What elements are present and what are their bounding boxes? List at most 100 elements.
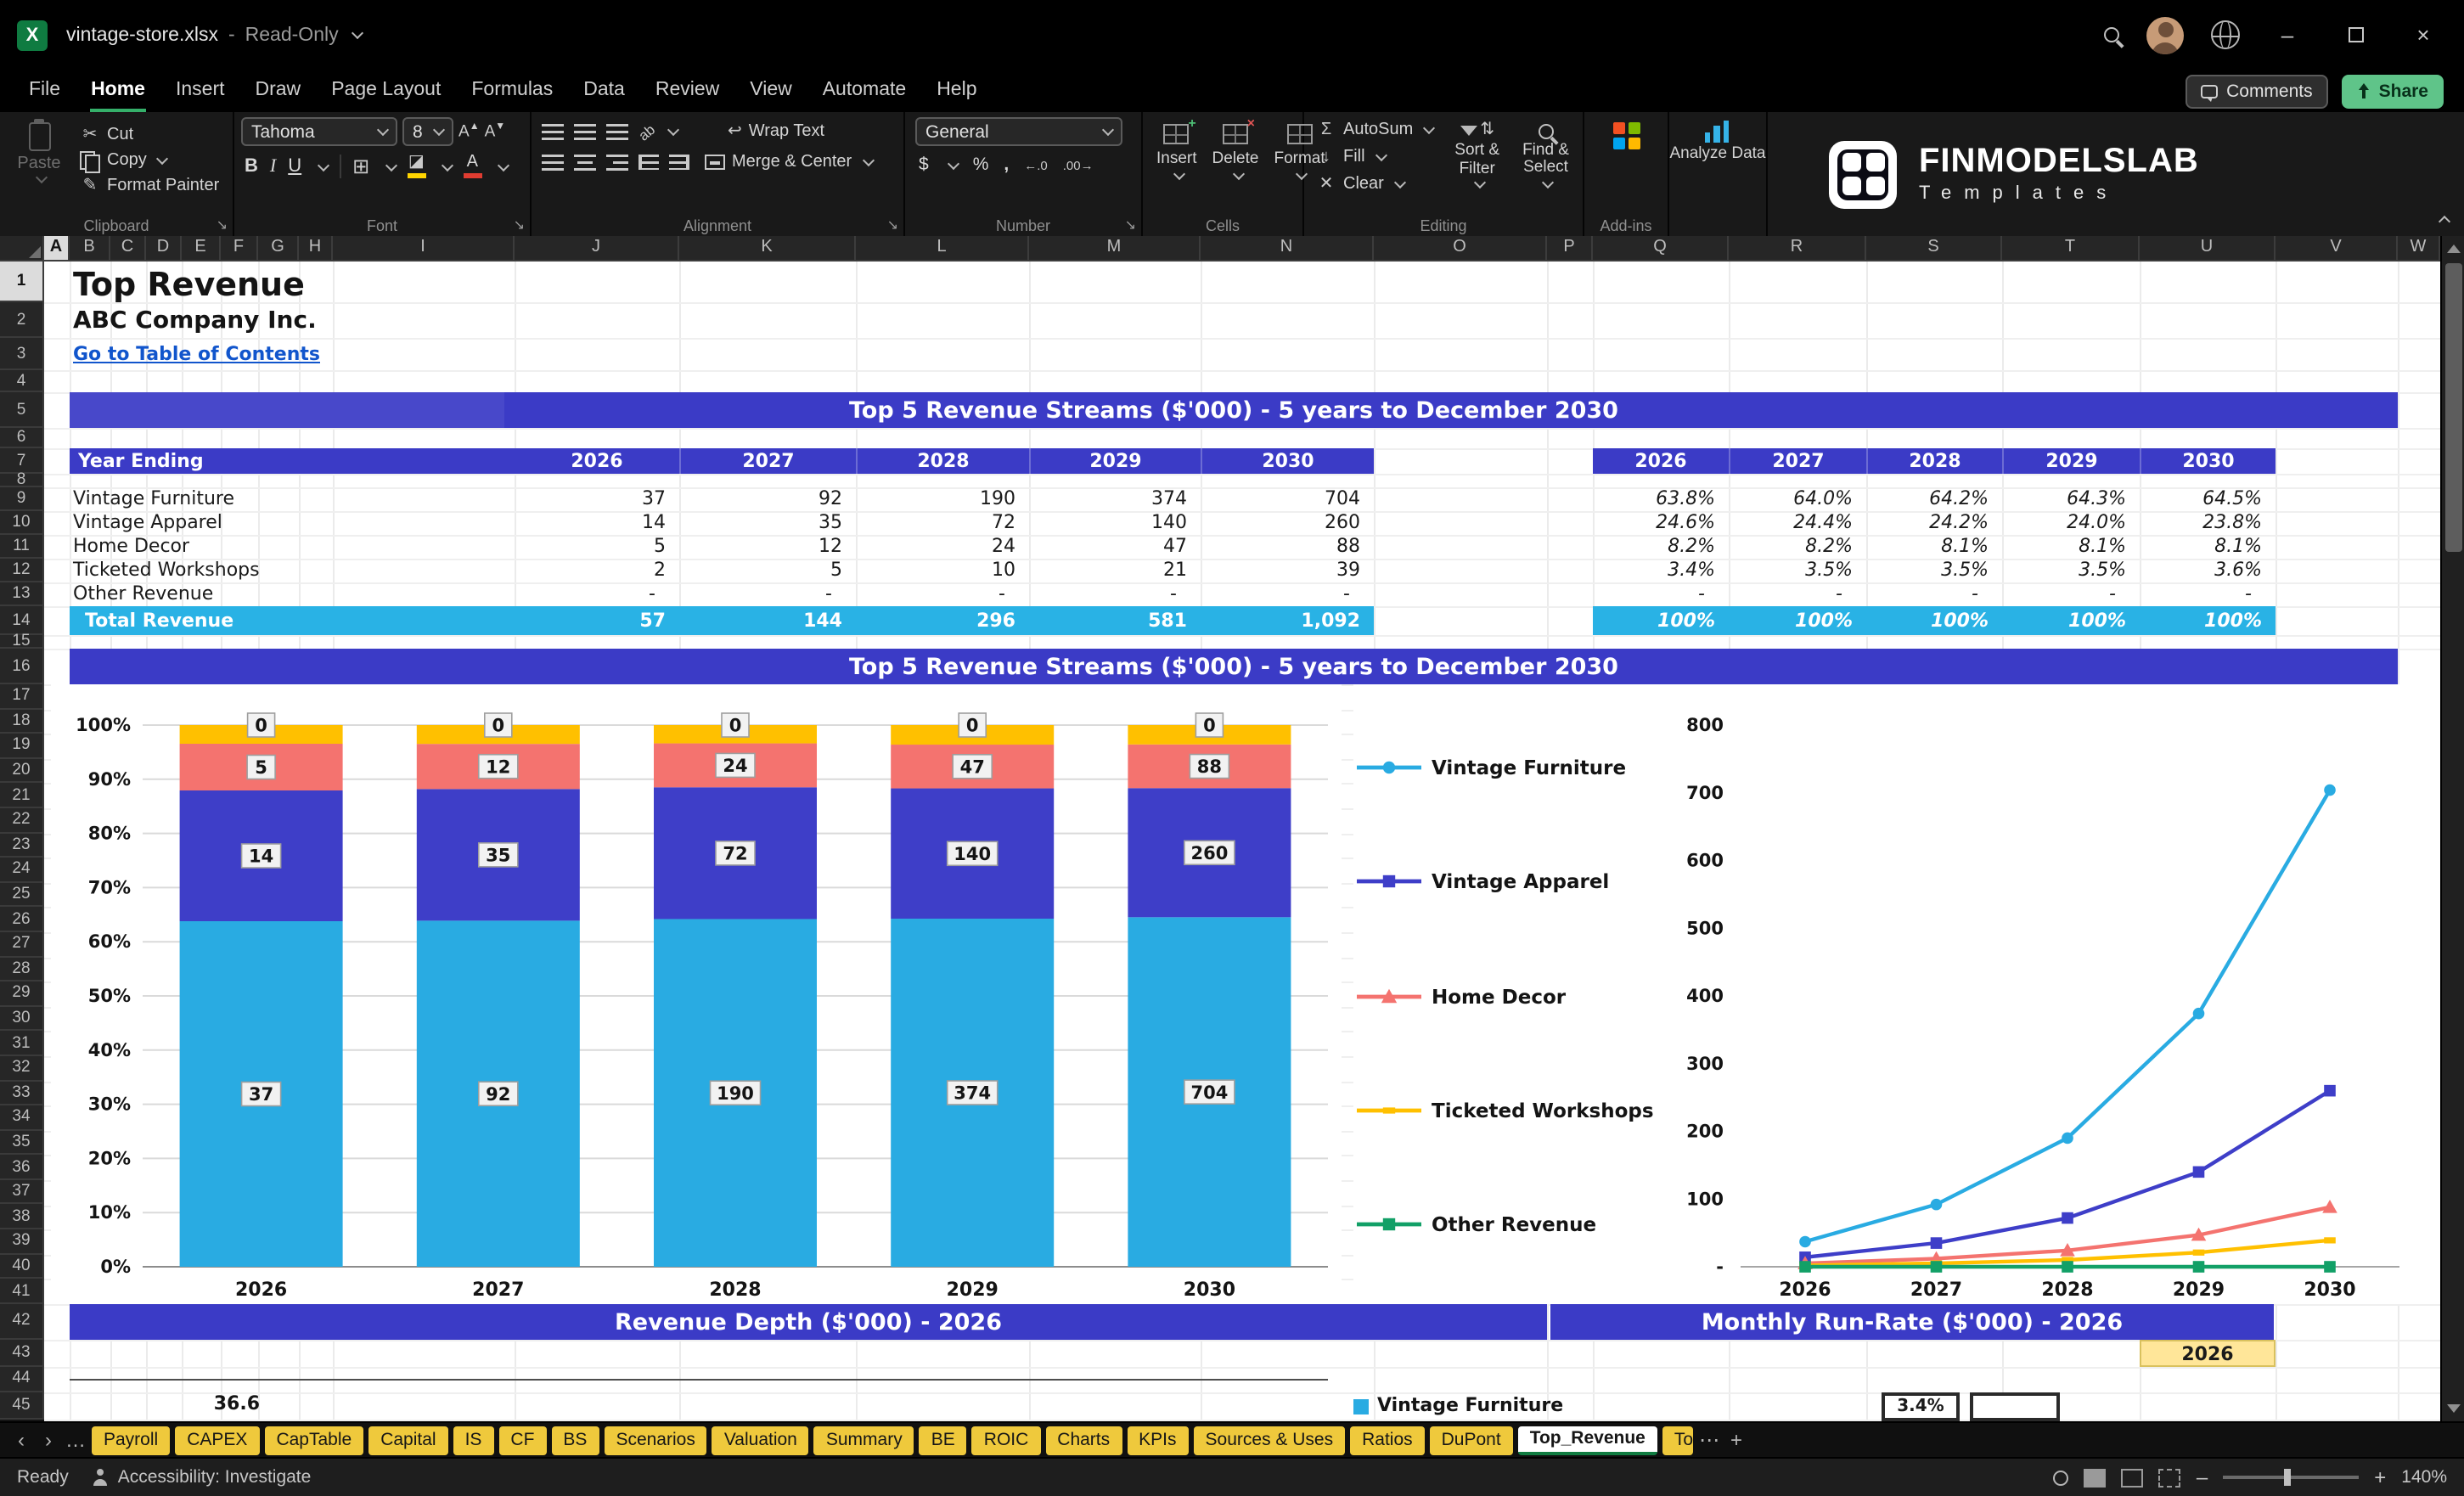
row-header-27[interactable]: 27 <box>0 931 44 958</box>
banner-top-revenue-streams[interactable]: Top 5 Revenue Streams ($'000) - 5 years … <box>70 392 2398 428</box>
cell-value[interactable]: 12 <box>747 535 849 559</box>
company-name[interactable]: ABC Company Inc. <box>73 307 317 335</box>
menu-review[interactable]: Review <box>640 70 734 112</box>
row-header-36[interactable]: 36 <box>0 1155 44 1180</box>
increase-font-button[interactable]: A▲ <box>458 122 480 141</box>
menu-page-layout[interactable]: Page Layout <box>316 70 456 112</box>
row-header-23[interactable]: 23 <box>0 833 44 858</box>
cell-pct[interactable]: 3.6% <box>2167 559 2269 582</box>
row-header-9[interactable]: 9 <box>0 487 44 511</box>
align-middle-button[interactable] <box>574 123 596 140</box>
clear-button[interactable]: Clear <box>1311 173 1438 195</box>
row-header-31[interactable]: 31 <box>0 1031 44 1056</box>
align-left-button[interactable] <box>542 154 564 171</box>
next-sheet-button[interactable]: › <box>37 1425 59 1455</box>
sheet-tab-sources-uses[interactable]: Sources & Uses <box>1193 1426 1346 1454</box>
cell-pct[interactable]: - <box>1620 582 1722 606</box>
sheet-tab-capital[interactable]: Capital <box>368 1426 448 1454</box>
column-header-V[interactable]: V <box>2276 236 2398 262</box>
decrease-indent-button[interactable] <box>639 155 659 170</box>
legend-item-home-decor[interactable]: Home Decor <box>1357 984 1656 1008</box>
format-painter-button[interactable]: Format Painter <box>75 175 224 197</box>
row-header-12[interactable]: 12 <box>0 559 44 582</box>
row-header-14[interactable]: 14 <box>0 606 44 635</box>
cell-pct[interactable]: 23.8% <box>2167 511 2269 535</box>
banner-monthly-runrate[interactable]: Monthly Run-Rate ($'000) - 2026 <box>1550 1304 2274 1340</box>
menu-formulas[interactable]: Formulas <box>456 70 568 112</box>
sheet-title[interactable]: Top Revenue <box>73 267 305 304</box>
cell-pct[interactable]: 8.2% <box>1758 535 1859 559</box>
menu-draw[interactable]: Draw <box>240 70 317 112</box>
menu-help[interactable]: Help <box>921 70 992 112</box>
comma-format-button[interactable]: , <box>1004 155 1009 175</box>
comments-button[interactable]: Comments <box>2186 74 2328 108</box>
minimize-button[interactable]: – <box>2267 20 2308 50</box>
sheet-tab-kpis[interactable]: KPIs <box>1127 1426 1189 1454</box>
cell-pct[interactable]: 3.5% <box>1758 559 1859 582</box>
column-header-Q[interactable]: Q <box>1593 236 1729 262</box>
year-header-2028[interactable]: 2028 <box>856 448 1029 474</box>
column-header-P[interactable]: P <box>1547 236 1593 262</box>
select-all-corner[interactable] <box>0 236 44 262</box>
column-header-I[interactable]: I <box>333 236 515 262</box>
row-header-10[interactable]: 10 <box>0 511 44 535</box>
increase-indent-button[interactable] <box>669 155 689 170</box>
cell-value[interactable]: 5 <box>571 535 672 559</box>
font-size-select[interactable]: 8 <box>402 117 453 146</box>
column-header-M[interactable]: M <box>1029 236 1201 262</box>
tab-overflow-button[interactable]: ⋯ <box>1698 1425 1720 1455</box>
legend-item-ticketed-workshops[interactable]: Ticketed Workshops <box>1357 1099 1656 1122</box>
cell-value[interactable]: 5 <box>747 559 849 582</box>
bold-button[interactable]: B <box>245 156 258 177</box>
vertical-scroll-thumb[interactable] <box>2445 263 2462 552</box>
scroll-up-icon[interactable] <box>2447 245 2461 253</box>
legend-item-other-revenue[interactable]: Other Revenue <box>1357 1212 1656 1236</box>
column-header-C[interactable]: C <box>110 236 146 262</box>
row-header-6[interactable]: 6 <box>0 428 44 448</box>
total-value[interactable]: 144 <box>747 610 849 633</box>
vertical-scrollbar[interactable] <box>2440 236 2464 1421</box>
cut-button[interactable]: Cut <box>75 124 224 146</box>
cell-value[interactable]: 374 <box>1092 487 1194 511</box>
column-header-O[interactable]: O <box>1374 236 1547 262</box>
row-header-17[interactable]: 17 <box>0 684 44 710</box>
cell-value[interactable]: 47 <box>1092 535 1194 559</box>
sheet-tab-cf[interactable]: CF <box>498 1426 547 1454</box>
align-bottom-button[interactable] <box>606 123 628 140</box>
macro-record-icon[interactable] <box>2053 1470 2069 1485</box>
cell-value[interactable]: 35 <box>747 511 849 535</box>
scroll-down-icon[interactable] <box>2447 1404 2461 1413</box>
kpi-empty-cell[interactable] <box>1970 1392 2060 1421</box>
sheet-tab-bs[interactable]: BS <box>551 1426 599 1454</box>
row-header-20[interactable]: 20 <box>0 758 44 784</box>
row-header-43[interactable]: 43 <box>0 1339 44 1367</box>
font-family-select[interactable]: Tahoma <box>241 117 397 146</box>
column-header-E[interactable]: E <box>182 236 221 262</box>
collapse-ribbon-chevron-icon[interactable] <box>2438 215 2451 228</box>
currency-format-button[interactable]: $ <box>919 155 929 175</box>
year-header-2030[interactable]: 2030 <box>1201 448 1374 474</box>
increase-decimal-button[interactable]: ←.0 <box>1024 157 1048 172</box>
cell-value[interactable]: 92 <box>747 487 849 511</box>
row-label[interactable]: Other Revenue <box>73 582 447 606</box>
cell-value[interactable]: 88 <box>1265 535 1367 559</box>
row-header-37[interactable]: 37 <box>0 1179 44 1205</box>
cell-pct[interactable]: 3.5% <box>2031 559 2133 582</box>
align-right-button[interactable] <box>606 154 628 171</box>
row-header-41[interactable]: 41 <box>0 1279 44 1304</box>
sheet-tab-top-revenue[interactable]: Top_Revenue <box>1517 1426 1657 1454</box>
prev-sheet-button[interactable]: ‹ <box>10 1425 32 1455</box>
row-header-33[interactable]: 33 <box>0 1081 44 1106</box>
toc-link[interactable]: Go to Table of Contents <box>73 343 320 365</box>
row-header-19[interactable]: 19 <box>0 734 44 759</box>
merge-center-button[interactable]: Merge & Center <box>700 151 877 173</box>
legend-item-vintage-apparel[interactable]: Vintage Apparel <box>1357 870 1656 894</box>
fill-button[interactable]: Fill <box>1311 146 1438 168</box>
fill-color-button[interactable] <box>407 155 426 178</box>
cell-value[interactable]: - <box>1265 582 1367 606</box>
excel-logo-icon[interactable]: X <box>17 20 48 50</box>
cell-pct[interactable]: 64.3% <box>2031 487 2133 511</box>
cell-pct[interactable]: - <box>1758 582 1859 606</box>
decrease-font-button[interactable]: A▼ <box>485 122 506 141</box>
cell-pct[interactable]: - <box>2031 582 2133 606</box>
